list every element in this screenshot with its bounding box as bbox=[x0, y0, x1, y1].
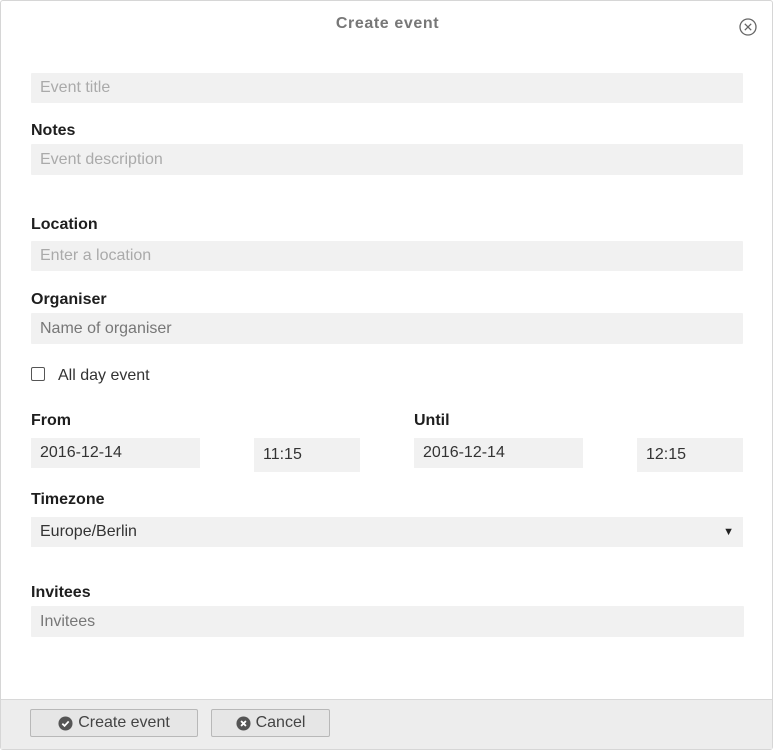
organiser-input[interactable] bbox=[31, 313, 743, 344]
until-time-input[interactable]: 12:15 bbox=[637, 438, 743, 472]
timezone-label: Timezone bbox=[31, 491, 105, 508]
invitees-label: Invitees bbox=[31, 584, 91, 601]
close-button[interactable] bbox=[738, 17, 758, 37]
until-label: Until bbox=[414, 412, 450, 429]
x-circle-icon bbox=[236, 715, 251, 731]
create-event-dialog: Create event Notes Location Organiser Al… bbox=[0, 0, 773, 750]
from-label: From bbox=[31, 412, 71, 429]
until-date-input[interactable]: 2016-12-14 bbox=[414, 438, 583, 468]
location-input[interactable] bbox=[31, 241, 743, 271]
close-circle-icon bbox=[739, 18, 757, 36]
all-day-checkbox[interactable] bbox=[31, 367, 45, 381]
notes-label: Notes bbox=[31, 122, 76, 139]
timezone-value: Europe/Berlin bbox=[40, 523, 137, 540]
invitees-input[interactable] bbox=[31, 606, 744, 637]
timezone-select[interactable]: Europe/Berlin ▼ bbox=[31, 517, 743, 547]
all-day-label: All day event bbox=[58, 367, 150, 384]
check-circle-icon bbox=[58, 715, 73, 731]
organiser-label: Organiser bbox=[31, 291, 107, 308]
dropdown-triangle-icon: ▼ bbox=[723, 526, 734, 538]
create-event-button[interactable]: Create event bbox=[30, 709, 198, 737]
create-event-label: Create event bbox=[78, 714, 170, 731]
event-title-input[interactable] bbox=[31, 73, 743, 103]
from-time-input[interactable]: 11:15 bbox=[254, 438, 360, 472]
from-date-input[interactable]: 2016-12-14 bbox=[31, 438, 200, 468]
notes-input[interactable] bbox=[31, 144, 743, 175]
dialog-title: Create event bbox=[335, 15, 440, 32]
location-label: Location bbox=[31, 216, 98, 233]
cancel-label: Cancel bbox=[255, 714, 306, 731]
cancel-button[interactable]: Cancel bbox=[211, 709, 330, 737]
